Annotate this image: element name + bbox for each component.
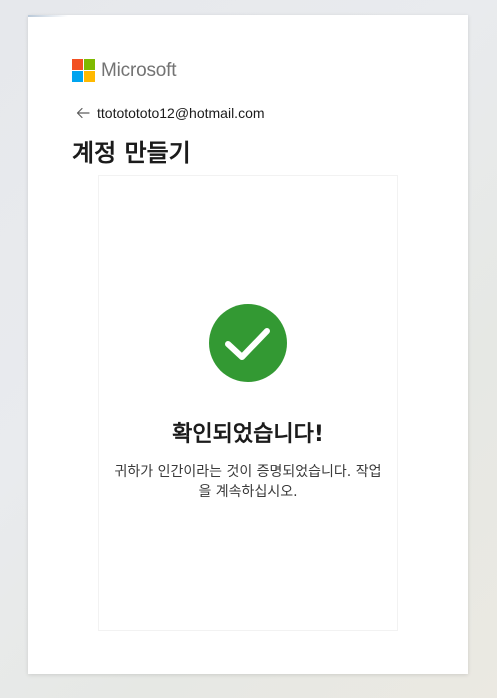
accent-line xyxy=(28,15,68,17)
verification-heading: 확인되었습니다! xyxy=(172,422,324,447)
arrow-left-icon[interactable] xyxy=(75,105,91,121)
account-email: ttototototo12@hotmail.com xyxy=(97,105,265,121)
logo-square-blue xyxy=(72,71,83,82)
logo-square-green xyxy=(84,59,95,70)
microsoft-logo-icon xyxy=(72,59,95,82)
logo-square-red xyxy=(72,59,83,70)
checkmark-circle-icon xyxy=(209,304,287,382)
logo-square-yellow xyxy=(84,71,95,82)
microsoft-logo-text: Microsoft xyxy=(101,59,177,81)
page-title: 계정 만들기 xyxy=(72,139,191,167)
verification-message: 귀하가 인간이라는 것이 증명되었습니다. 작업을 계속하십시오. xyxy=(114,464,382,500)
signup-card: Microsoft ttototototo12@hotmail.com 계정 만… xyxy=(28,15,468,674)
microsoft-logo: Microsoft xyxy=(72,59,176,82)
identity-row: ttototototo12@hotmail.com xyxy=(75,103,265,123)
verification-panel: 확인되었습니다! 귀하가 인간이라는 것이 증명되었습니다. 작업을 계속하십시… xyxy=(98,175,398,631)
